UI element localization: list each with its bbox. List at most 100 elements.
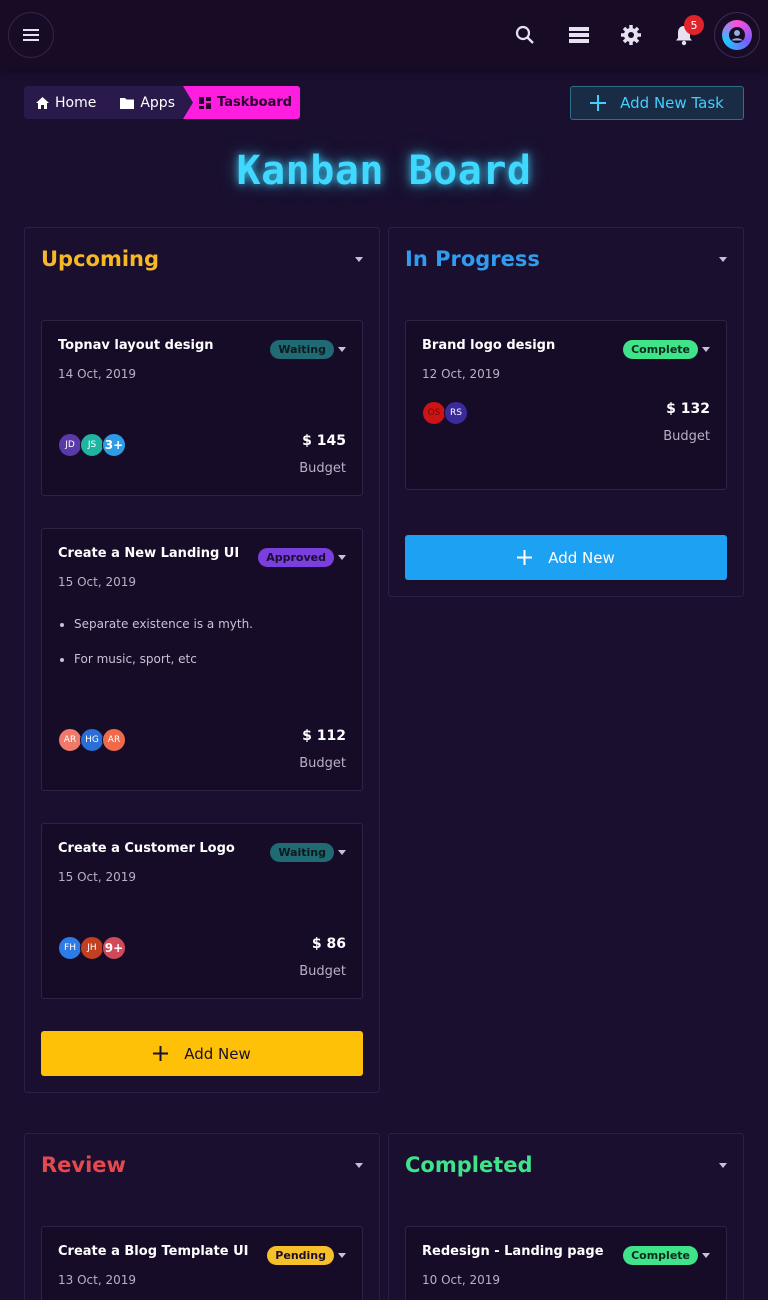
breadcrumb-apps-label: Apps xyxy=(140,94,175,111)
avatar[interactable]: HG xyxy=(80,728,104,752)
user-icon xyxy=(729,27,745,43)
task-date: 12 Oct, 2019 xyxy=(422,367,500,381)
search-icon xyxy=(515,25,534,44)
task-card[interactable]: Redesign - Landing page Complete 10 Oct,… xyxy=(405,1226,727,1300)
avatar[interactable]: JS xyxy=(80,433,104,457)
task-title: Create a New Landing UI xyxy=(58,546,240,561)
status-badge: Pending xyxy=(267,1246,334,1265)
task-title: Topnav layout design xyxy=(58,338,214,353)
breadcrumb-taskboard[interactable]: Taskboard xyxy=(183,86,301,119)
column-in-progress: In Progress Brand logo design Complete 1… xyxy=(388,227,744,597)
task-date: 13 Oct, 2019 xyxy=(58,1273,136,1287)
task-card[interactable]: Create a Blog Template UI Pending 13 Oct… xyxy=(41,1226,363,1300)
avatar[interactable]: AR xyxy=(102,728,126,752)
task-title: Create a Blog Template UI xyxy=(58,1244,249,1259)
avatar[interactable]: JH xyxy=(80,936,104,960)
column-title: Review xyxy=(41,1153,126,1177)
breadcrumb: Home Apps Taskboard xyxy=(24,86,301,119)
budget-value: $ 86 xyxy=(311,936,346,952)
column-title: In Progress xyxy=(405,247,540,271)
task-notes: Separate existence is a myth. For music,… xyxy=(74,617,253,687)
chevron-down-icon[interactable] xyxy=(719,256,727,262)
column-title: Upcoming xyxy=(41,247,160,271)
chevron-down-icon[interactable] xyxy=(338,555,346,560)
status-badge: Complete xyxy=(623,340,698,359)
chevron-down-icon[interactable] xyxy=(355,1162,363,1168)
add-new-task-label: Add New Task xyxy=(620,94,724,112)
status-badge: Waiting xyxy=(270,843,334,862)
plus-icon xyxy=(590,95,607,111)
avatar-group: FH JH 9+ xyxy=(58,936,126,960)
task-card[interactable]: Brand logo design Complete 12 Oct, 2019 … xyxy=(405,320,727,490)
plus-icon xyxy=(153,1046,169,1061)
add-new-label: Add New xyxy=(184,1044,251,1063)
column-header: Review xyxy=(41,1150,363,1180)
chevron-down-icon[interactable] xyxy=(355,256,363,262)
column-header: Upcoming xyxy=(41,244,363,274)
avatar[interactable]: OS xyxy=(422,401,446,425)
avatar-group: OS RS xyxy=(422,401,468,425)
list-item: For music, sport, etc xyxy=(74,652,253,666)
add-new-button[interactable]: Add New xyxy=(405,535,727,580)
column-header: Completed xyxy=(405,1150,727,1180)
task-date: 10 Oct, 2019 xyxy=(422,1273,500,1287)
layers-button[interactable] xyxy=(566,22,592,48)
chevron-down-icon[interactable] xyxy=(338,850,346,855)
page-title: Kanban Board xyxy=(236,148,532,194)
task-title: Redesign - Landing page xyxy=(422,1244,604,1259)
avatar-more[interactable]: 9+ xyxy=(102,936,126,960)
breadcrumb-home-label: Home xyxy=(55,94,97,111)
status-badge: Waiting xyxy=(270,340,334,359)
task-date: 15 Oct, 2019 xyxy=(58,870,136,884)
add-new-button[interactable]: Add New xyxy=(41,1031,363,1076)
budget-label: Budget xyxy=(299,756,346,771)
hamburger-icon xyxy=(23,29,39,41)
avatar[interactable]: JD xyxy=(58,433,82,457)
breadcrumb-home[interactable]: Home xyxy=(24,86,108,119)
user-avatar[interactable] xyxy=(714,12,760,58)
avatar[interactable]: FH xyxy=(58,936,82,960)
list-item: Separate existence is a myth. xyxy=(74,617,253,631)
column-title: Completed xyxy=(405,1153,533,1177)
task-card[interactable]: Create a New Landing UI Approved 15 Oct,… xyxy=(41,528,363,791)
budget-label: Budget xyxy=(299,461,346,476)
menu-button[interactable] xyxy=(8,12,54,58)
task-card[interactable]: Topnav layout design Waiting 14 Oct, 201… xyxy=(41,320,363,496)
budget-value: $ 145 xyxy=(302,433,346,449)
column-review: Review Create a Blog Template UI Pending… xyxy=(24,1133,380,1300)
task-title: Brand logo design xyxy=(422,338,556,353)
chevron-down-icon[interactable] xyxy=(338,347,346,352)
settings-button[interactable] xyxy=(618,22,644,48)
chevron-down-icon[interactable] xyxy=(702,347,710,352)
status-badge: Approved xyxy=(258,548,334,567)
column-completed: Completed Redesign - Landing page Comple… xyxy=(388,1133,744,1300)
chevron-down-icon[interactable] xyxy=(338,1253,346,1258)
search-button[interactable] xyxy=(512,22,538,48)
avatar-more[interactable]: 3+ xyxy=(102,433,126,457)
column-upcoming: Upcoming Topnav layout design Waiting 14… xyxy=(24,227,380,1093)
gear-icon xyxy=(621,25,641,45)
avatar-group: JD JS 3+ xyxy=(58,433,126,457)
task-card[interactable]: Create a Customer Logo Waiting 15 Oct, 2… xyxy=(41,823,363,999)
breadcrumb-taskboard-label: Taskboard xyxy=(217,95,293,110)
budget-label: Budget xyxy=(299,964,346,979)
column-header: In Progress xyxy=(405,244,727,274)
status-badge: Complete xyxy=(623,1246,698,1265)
breadcrumb-apps[interactable]: Apps xyxy=(108,86,187,119)
dashboard-icon xyxy=(199,96,211,109)
task-date: 15 Oct, 2019 xyxy=(58,575,136,589)
add-new-task-button[interactable]: Add New Task xyxy=(570,86,744,120)
budget-value: $ 132 xyxy=(666,401,710,417)
add-new-label: Add New xyxy=(548,548,615,567)
home-icon xyxy=(36,96,49,109)
chevron-down-icon[interactable] xyxy=(702,1253,710,1258)
top-navbar: 5 xyxy=(0,0,768,70)
avatar[interactable]: AR xyxy=(58,728,82,752)
chevron-down-icon[interactable] xyxy=(719,1162,727,1168)
task-date: 14 Oct, 2019 xyxy=(58,367,136,381)
budget-value: $ 112 xyxy=(302,728,346,744)
avatar[interactable]: RS xyxy=(444,401,468,425)
notification-count-badge: 5 xyxy=(684,15,704,35)
folder-icon xyxy=(120,97,135,109)
task-title: Create a Customer Logo xyxy=(58,841,235,856)
